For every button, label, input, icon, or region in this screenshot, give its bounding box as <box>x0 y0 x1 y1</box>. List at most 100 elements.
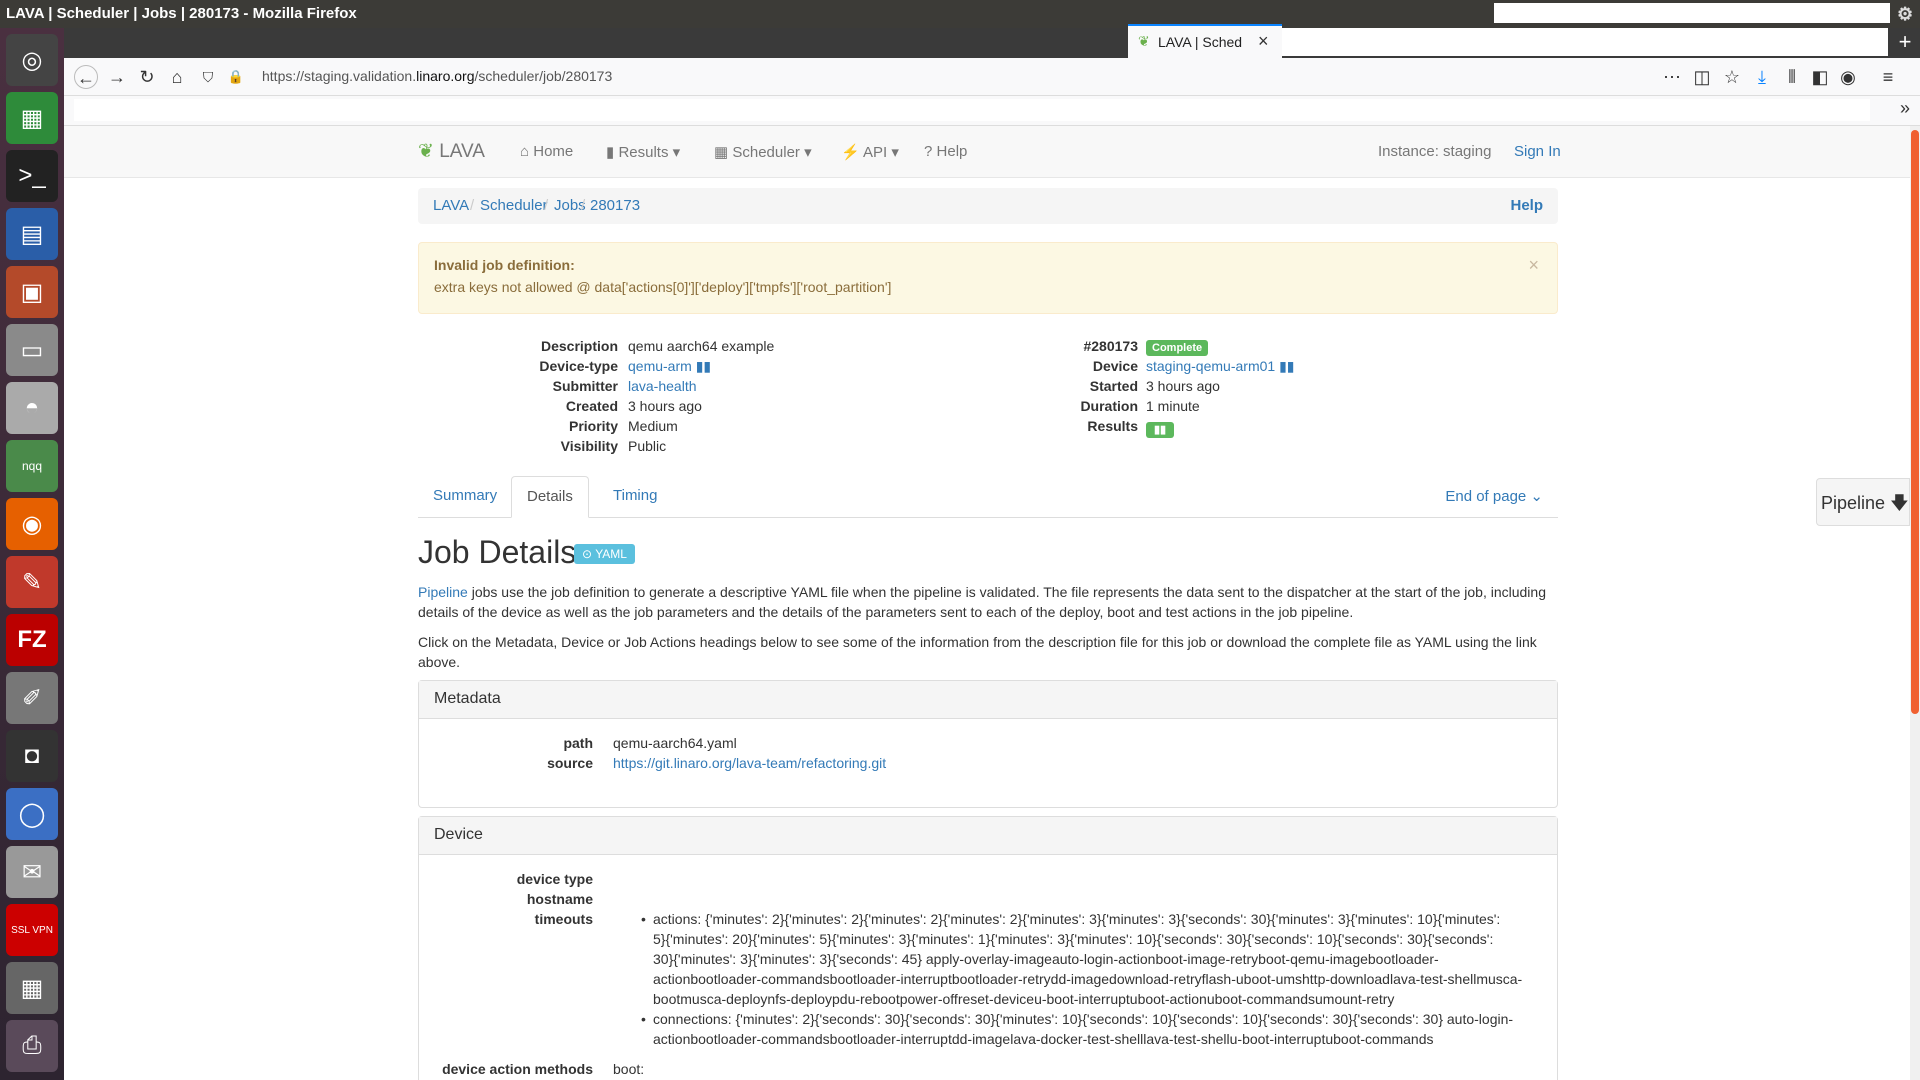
visibility-value: Public <box>628 438 667 454</box>
bar-chart-icon[interactable]: ▮▮ <box>1279 358 1294 374</box>
visibility-label: Visibility <box>560 438 618 454</box>
scrollbar-thumb[interactable] <box>1911 130 1919 714</box>
timeouts-actions-item: • actions: {'minutes': 2}{'minutes': 2}{… <box>641 909 1533 1009</box>
menu-icon[interactable]: ≡ <box>1876 65 1900 89</box>
shield-icon[interactable]: ⛉ <box>196 65 220 89</box>
actions-line: actionbootloader-commandsbootloader-inte… <box>653 971 1523 987</box>
metadata-heading[interactable]: Metadata <box>419 681 1557 719</box>
overflow-chevron-icon[interactable]: » <box>1900 98 1910 119</box>
page-content: ❦ LAVA ⌂ Home ▮ Results ▾ ▦ Scheduler ▾ … <box>64 126 1920 1080</box>
writer-icon[interactable]: ▤ <box>6 208 58 260</box>
device-action-methods-label: device action methods <box>442 1061 593 1077</box>
forward-icon[interactable]: → <box>105 65 129 89</box>
bookmarks-area <box>74 99 1870 121</box>
pipeline-link[interactable]: Pipeline <box>418 584 468 600</box>
tab-timing[interactable]: Timing <box>598 476 672 518</box>
page-scrollbar[interactable] <box>1910 126 1920 1080</box>
actions-line: bootmusca-deploynfs-deploypdu-rebootpowe… <box>653 991 1395 1007</box>
spreadsheet-icon[interactable]: ▦ <box>6 92 58 144</box>
tab-summary[interactable]: Summary <box>418 476 512 518</box>
submitter-label: Submitter <box>552 378 618 394</box>
camera-icon[interactable]: ◘ <box>6 730 58 782</box>
path-label: path <box>563 735 593 751</box>
results-chart-icon[interactable]: ▮▮ <box>1146 422 1175 438</box>
page-title: Job Details <box>418 534 577 570</box>
page-actions-icon[interactable]: ⋯ <box>1660 65 1684 89</box>
window-titlebar: LAVA | Scheduler | Jobs | 280173 - Mozil… <box>0 0 1920 28</box>
breadcrumb-help[interactable]: Help <box>1510 197 1543 214</box>
tab-details[interactable]: Details <box>511 476 589 518</box>
job-tabs: Summary Details Timing End of page ⌄ <box>418 476 1558 518</box>
library-icon[interactable]: ⫴ <box>1780 65 1804 89</box>
impress-icon[interactable]: ▣ <box>6 266 58 318</box>
top-panel-area <box>1494 3 1890 23</box>
breadcrumb-lava[interactable]: LAVA <box>433 197 469 214</box>
mail-icon[interactable]: ✉ <box>6 846 58 898</box>
nqq-icon[interactable]: nqq <box>6 440 58 492</box>
nav-results[interactable]: ▮ Results ▾ <box>606 143 680 161</box>
sidebar-icon[interactable]: ◧ <box>1808 65 1832 89</box>
started-label: Started <box>1089 378 1138 394</box>
status-badge: Complete <box>1146 340 1209 356</box>
disk-icon[interactable]: ◓ <box>6 382 58 434</box>
lava-brand[interactable]: ❦ LAVA <box>418 140 485 163</box>
calculator-icon[interactable]: ▦ <box>6 962 58 1014</box>
submitter-link[interactable]: lava-health <box>628 376 697 396</box>
breadcrumb-job-id[interactable]: 280173 <box>590 197 640 214</box>
url-bar[interactable]: ⛉ 🔒 https://staging.validation.linaro.or… <box>203 62 1844 92</box>
question-icon: ? <box>924 143 933 160</box>
breadcrumb-sep: / <box>470 197 475 214</box>
evince-icon[interactable]: ✎ <box>6 556 58 608</box>
created-label: Created <box>565 398 618 414</box>
device-link[interactable]: staging-qemu-arm01 <box>1146 358 1275 374</box>
job-info-left: Description qemu aarch64 example Device-… <box>418 336 868 454</box>
bar-chart-icon[interactable]: ▮▮ <box>696 358 711 374</box>
bookmark-star-icon[interactable]: ☆ <box>1720 65 1744 89</box>
browser-tab-active[interactable]: ❦ LAVA | Sched × <box>1128 24 1282 58</box>
files-icon[interactable]: ▭ <box>6 324 58 376</box>
duration-label: Duration <box>1080 398 1138 414</box>
reload-icon[interactable]: ↻ <box>135 65 159 89</box>
details-paragraph-2: Click on the Metadata, Device or Job Act… <box>418 634 1537 670</box>
breadcrumb-sep: / <box>544 197 549 214</box>
nav-home[interactable]: ⌂ Home <box>520 143 573 160</box>
pipeline-jump-button[interactable]: Pipeline 🡇 <box>1816 478 1910 526</box>
device-type-label: device type <box>516 871 593 887</box>
source-link[interactable]: https://git.linaro.org/lava-team/refacto… <box>613 753 886 773</box>
ssl-vpn-icon[interactable]: SSL VPN <box>6 904 58 956</box>
duration-value: 1 minute <box>1146 398 1200 414</box>
printer-icon[interactable]: ⎙ <box>6 1020 58 1072</box>
text-editor-icon[interactable]: ✐ <box>6 672 58 724</box>
download-circle-icon: ⊙ <box>582 547 593 561</box>
device-heading[interactable]: Device <box>419 817 1557 855</box>
breadcrumb-scheduler[interactable]: Scheduler <box>480 197 548 214</box>
pocket-icon[interactable]: ◫ <box>1690 65 1714 89</box>
system-gear-icon[interactable]: ⚙ <box>1897 0 1913 28</box>
firefox-icon[interactable]: ◉ <box>6 498 58 550</box>
close-tab-icon[interactable]: × <box>1258 31 1269 52</box>
nav-help[interactable]: ? Help <box>924 143 967 160</box>
metadata-panel: Metadata path source qemu-aarch64.yaml h… <box>418 680 1558 808</box>
ubuntu-logo-icon[interactable]: ◎ <box>6 34 58 86</box>
home-icon[interactable]: ⌂ <box>165 65 189 89</box>
window-title: LAVA | Scheduler | Jobs | 280173 - Mozil… <box>6 5 357 22</box>
job-info-right: #280173 Complete Device staging-qemu-arm… <box>988 336 1488 438</box>
yaml-download-button[interactable]: ⊙ YAML <box>574 544 635 564</box>
sign-in-link[interactable]: Sign In <box>1514 143 1561 160</box>
device-type-link[interactable]: qemu-arm <box>628 358 692 374</box>
download-icon[interactable]: ⤓ <box>1750 65 1774 89</box>
nav-scheduler[interactable]: ▦ Scheduler ▾ <box>714 143 812 161</box>
actions-line: 30}{'minutes': 3}{'minutes': 3}{'seconds… <box>653 951 1439 967</box>
nav-api[interactable]: ⚡ API ▾ <box>841 143 899 161</box>
priority-label: Priority <box>568 418 618 434</box>
terminal-icon[interactable]: >_ <box>6 150 58 202</box>
source-label: source <box>547 755 593 771</box>
url-text[interactable]: https://staging.validation.linaro.org/sc… <box>262 68 612 84</box>
filezilla-icon[interactable]: FZ <box>6 614 58 666</box>
back-icon[interactable]: ← <box>74 65 98 89</box>
new-tab-icon[interactable]: + <box>1890 28 1920 56</box>
account-icon[interactable]: ◉ <box>1836 65 1860 89</box>
chromium-icon[interactable]: ◯ <box>6 788 58 840</box>
end-of-page-link[interactable]: End of page ⌄ <box>1430 476 1558 518</box>
close-alert-icon[interactable]: × <box>1528 255 1539 276</box>
